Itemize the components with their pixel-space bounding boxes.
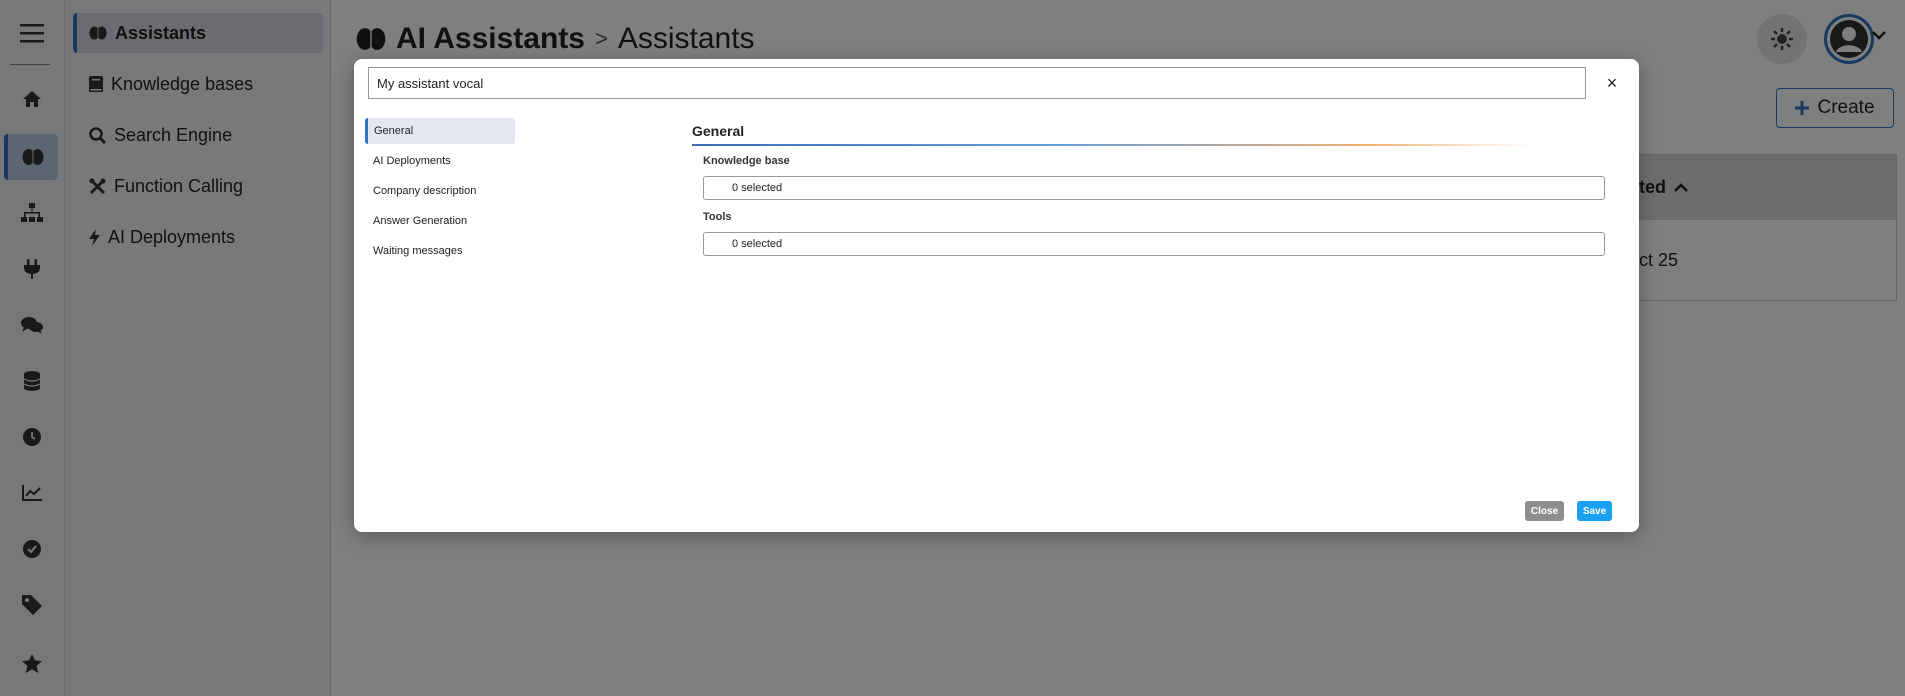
modal-tab-label: Answer Generation bbox=[373, 215, 468, 227]
modal-tab-label: Waiting messages bbox=[373, 245, 463, 257]
select-value: 0 selected bbox=[732, 182, 783, 194]
modal-tab-general[interactable]: General bbox=[365, 118, 515, 144]
close-icon[interactable]: × bbox=[1600, 71, 1624, 95]
tools-select[interactable]: 0 selected bbox=[703, 232, 1605, 256]
modal-tab-answer-generation[interactable]: Answer Generation bbox=[365, 208, 515, 234]
modal-tab-ai-deployments[interactable]: AI Deployments bbox=[365, 148, 515, 174]
assistant-name-input[interactable] bbox=[368, 67, 1586, 99]
save-button[interactable]: Save bbox=[1577, 501, 1612, 521]
modal-tab-label: AI Deployments bbox=[373, 155, 451, 167]
select-value: 0 selected bbox=[732, 238, 783, 250]
modal-tab-label: General bbox=[374, 125, 414, 137]
modal-tab-label: Company description bbox=[373, 185, 477, 197]
assistant-edit-modal: × General AI Deployments Company descrip… bbox=[354, 59, 1639, 532]
section-title: General bbox=[692, 123, 745, 139]
knowledge-base-select[interactable]: 0 selected bbox=[703, 176, 1605, 200]
tools-label: Tools bbox=[703, 211, 732, 223]
close-button[interactable]: Close bbox=[1525, 501, 1564, 521]
knowledge-base-label: Knowledge base bbox=[703, 155, 790, 167]
section-divider bbox=[692, 144, 1532, 146]
modal-tab-company-description[interactable]: Company description bbox=[365, 178, 515, 204]
modal-tab-waiting-messages[interactable]: Waiting messages bbox=[365, 238, 515, 264]
